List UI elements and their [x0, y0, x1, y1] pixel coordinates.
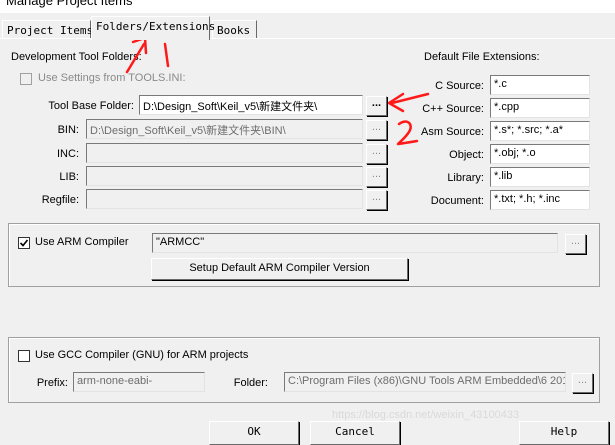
- library-label: Library:: [447, 172, 484, 184]
- arm-compiler-browse-button[interactable]: ...: [565, 234, 586, 254]
- use-tools-ini-label: Use Settings from TOOLS.INI:: [38, 72, 186, 84]
- lib-browse-button[interactable]: ...: [366, 167, 387, 187]
- library-input[interactable]: *.lib: [490, 167, 590, 187]
- bin-browse-button[interactable]: ...: [366, 120, 387, 140]
- check-mark-icon: [19, 239, 29, 247]
- folders-group-label: Development Tool Folders:: [11, 51, 142, 63]
- gcc-prefix-label: Prefix:: [36, 377, 68, 389]
- cancel-button[interactable]: Cancel: [310, 421, 400, 445]
- gcc-folder-input[interactable]: C:\Program Files (x86)\GNU Tools ARM Emb…: [284, 372, 566, 392]
- regfile-label: Regfile:: [41, 194, 79, 206]
- c-source-input[interactable]: *.c: [490, 75, 590, 95]
- bin-input[interactable]: D:\Design_Soft\Keil_v5\新建文件夹\BIN\: [86, 119, 363, 139]
- object-input[interactable]: *.obj; *.o: [490, 144, 590, 164]
- tab-folders-extensions[interactable]: Folders/Extensions: [91, 16, 215, 40]
- window-titlebar: Manage Project Items: [0, 0, 615, 13]
- tool-base-browse-button[interactable]: ...: [366, 96, 387, 116]
- lib-label: LIB:: [59, 171, 79, 183]
- bin-label: BIN:: [57, 124, 79, 136]
- gcc-folder-label: Folder:: [233, 377, 268, 389]
- inc-label: INC:: [57, 148, 79, 160]
- ok-button[interactable]: OK: [209, 421, 299, 445]
- inc-browse-button[interactable]: ...: [366, 144, 387, 164]
- lib-input[interactable]: [86, 166, 363, 186]
- document-input[interactable]: *.txt; *.h; *.inc: [490, 190, 590, 210]
- gcc-prefix-input[interactable]: arm-none-eabi-: [73, 372, 205, 392]
- arm-compiler-input[interactable]: "ARMCC": [152, 233, 558, 253]
- gcc-compiler-group: [8, 337, 600, 403]
- tab-project-items[interactable]: Project Items: [2, 20, 93, 38]
- asm-source-input[interactable]: *.s*; *.src; *.a*: [490, 121, 590, 141]
- use-gcc-compiler-label: Use GCC Compiler (GNU) for ARM projects: [35, 349, 249, 361]
- tab-books[interactable]: Books: [212, 20, 257, 38]
- setup-arm-compiler-button[interactable]: Setup Default ARM Compiler Version: [151, 258, 408, 280]
- asm-source-label: Asm Source:: [421, 126, 484, 138]
- cpp-source-input[interactable]: *.cpp: [490, 98, 590, 118]
- use-gcc-compiler-checkbox[interactable]: [18, 350, 30, 362]
- use-tools-ini-checkbox[interactable]: [20, 73, 32, 85]
- help-button[interactable]: Help: [519, 421, 609, 445]
- use-arm-compiler-checkbox[interactable]: [18, 237, 30, 249]
- tool-base-input[interactable]: D:\Design_Soft\Keil_v5\新建文件夹\: [139, 95, 363, 115]
- document-label: Document:: [430, 195, 484, 207]
- cpp-source-label: C++ Source:: [422, 103, 484, 115]
- c-source-label: C Source:: [435, 80, 484, 92]
- regfile-input[interactable]: [86, 189, 363, 209]
- window-title: Manage Project Items: [6, 0, 133, 8]
- tool-base-label: Tool Base Folder:: [48, 100, 134, 112]
- inc-input[interactable]: [86, 143, 363, 163]
- watermark: https://blog.csdn.net/weixin_43100433: [332, 409, 520, 421]
- use-arm-compiler-label: Use ARM Compiler: [35, 236, 129, 248]
- object-label: Object:: [449, 149, 484, 161]
- annotation-one-icon: [163, 42, 170, 68]
- gcc-folder-browse-button[interactable]: ...: [572, 373, 593, 393]
- extensions-group-label: Default File Extensions:: [424, 51, 540, 63]
- regfile-browse-button[interactable]: ...: [366, 190, 387, 210]
